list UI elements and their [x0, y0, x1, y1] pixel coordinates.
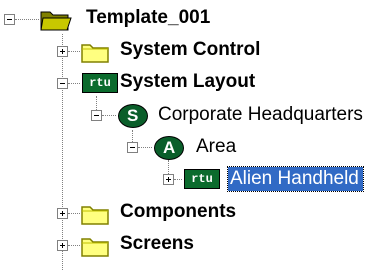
tree-node-alien-handheld[interactable]: rtu Alien Handheld — [0, 164, 386, 196]
expand-button[interactable] — [57, 46, 68, 57]
tree-line — [174, 179, 182, 180]
expand-button[interactable] — [57, 240, 68, 251]
tree-line — [138, 147, 152, 148]
tree-line — [68, 83, 80, 84]
tree-node-system-layout[interactable]: rtu System Layout — [0, 68, 300, 100]
icon-text: rtu — [191, 172, 213, 186]
tree-node-components[interactable]: Components — [0, 198, 300, 230]
icon-text: S — [127, 106, 139, 125]
tree-line — [68, 51, 80, 52]
tree-line — [68, 213, 80, 214]
collapse-button[interactable] — [57, 78, 68, 89]
collapse-button[interactable] — [127, 142, 138, 153]
open-folder-icon — [40, 11, 72, 31]
tree-view: Template_001 System Control rtu System L… — [0, 0, 386, 270]
expand-button[interactable] — [163, 174, 174, 185]
node-label: Components — [120, 201, 237, 222]
tree-node-corporate-headquarters[interactable]: S Corporate Headquarters — [0, 100, 386, 132]
folder-icon — [81, 206, 109, 225]
icon-text: A — [163, 138, 176, 157]
tree-node-screens[interactable]: Screens — [0, 230, 300, 262]
node-label: Area — [196, 136, 237, 157]
icon-text: rtu — [89, 76, 111, 90]
tree-line — [102, 115, 116, 116]
tree-node-area[interactable]: A Area — [0, 132, 260, 164]
node-label: Corporate Headquarters — [158, 104, 363, 125]
folder-icon — [81, 238, 109, 257]
site-icon: S — [118, 104, 148, 128]
tree-node-template-001[interactable]: Template_001 — [0, 4, 260, 36]
node-label: System Control — [120, 39, 261, 60]
tree-line — [68, 245, 80, 246]
expand-button[interactable] — [57, 208, 68, 219]
node-label: Alien Handheld — [227, 166, 364, 192]
rtu-plus-icon: rtu — [82, 73, 118, 93]
node-label: System Layout — [120, 71, 256, 92]
rtu-icon: rtu — [184, 169, 220, 189]
collapse-button[interactable] — [4, 14, 15, 25]
node-label: Template_001 — [86, 7, 211, 28]
tree-line — [15, 19, 39, 20]
collapse-button[interactable] — [91, 110, 102, 121]
tree-node-system-control[interactable]: System Control — [0, 36, 300, 68]
node-label: Screens — [120, 233, 194, 254]
folder-icon — [81, 44, 109, 63]
area-icon: A — [154, 136, 184, 160]
